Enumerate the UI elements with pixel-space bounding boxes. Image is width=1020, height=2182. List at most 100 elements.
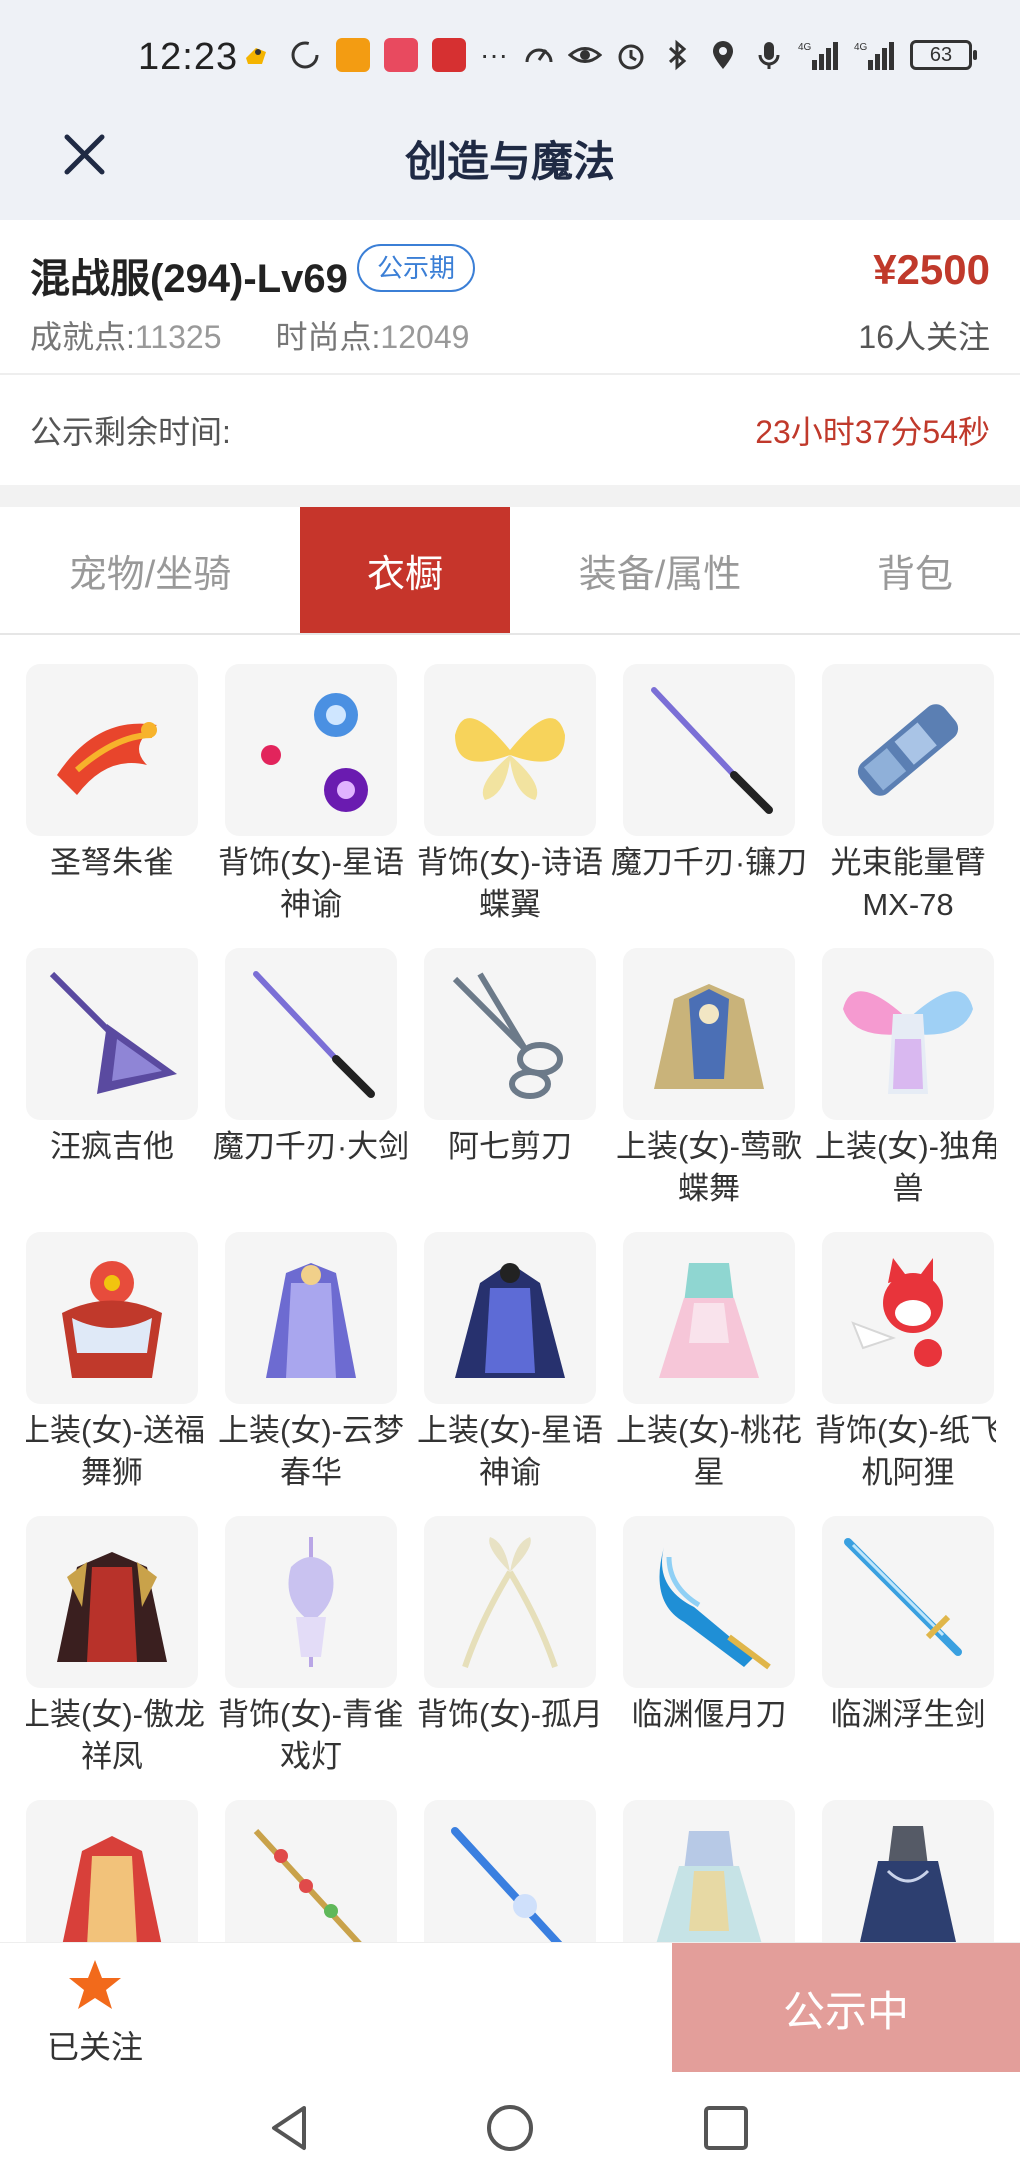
follower-count: 16人关注: [858, 319, 990, 355]
achievement-label: 成就点:: [30, 319, 135, 355]
wardrobe-item[interactable]: 光束能量臂MX-78: [822, 664, 994, 926]
phoenix-icon: [26, 664, 198, 836]
wardrobe-item[interactable]: 汪疯吉他: [26, 948, 198, 1168]
scissors-icon: [424, 948, 596, 1120]
wardrobe-item[interactable]: 圣弩朱雀: [26, 664, 198, 884]
server-name: 混战服(294)-Lv69: [30, 257, 348, 301]
wardrobe-item[interactable]: 背饰(女)-纸飞机阿狸: [815, 1232, 996, 1494]
item-name: 临渊浮生剑: [830, 1697, 986, 1732]
wardrobe-item[interactable]: 临渊浮生剑: [822, 1516, 994, 1736]
item-name: 背饰(女)-青雀戏灯: [218, 1697, 404, 1774]
item-name: 背饰(女)-诗语蝶翼: [417, 845, 603, 922]
wardrobe-grid: 圣弩朱雀 背饰(女)-星语神谕 背饰(女)-诗语蝶翼 魔刀千刃·镰刀 光束能量臂…: [26, 664, 996, 1942]
bottom-action-bar: 已关注 公示中: [0, 1942, 1020, 2073]
outfit-icon: [26, 1232, 198, 1404]
listing-summary: 混战服(294)-Lv69 公示期 ¥2500 成就点:11325 时尚点:12…: [0, 220, 1020, 375]
tab-wardrobe[interactable]: 衣橱: [300, 507, 510, 633]
item-name: 汪疯吉他: [50, 1129, 174, 1164]
follow-button[interactable]: 已关注: [40, 1957, 150, 2067]
app-notification-icon: [432, 38, 466, 72]
bluetooth-icon: [660, 38, 694, 72]
wardrobe-item[interactable]: [822, 1800, 994, 1942]
back-icon[interactable]: [264, 2102, 316, 2154]
app-notification-icon: [384, 38, 418, 72]
item-name: 阿七剪刀: [448, 1129, 572, 1164]
wardrobe-item[interactable]: [424, 1800, 596, 1942]
home-icon[interactable]: [484, 2102, 536, 2154]
svg-text:4G: 4G: [854, 42, 868, 53]
outfit-icon: [623, 1232, 795, 1404]
outfit-icon: [225, 1232, 397, 1404]
wardrobe-item[interactable]: [623, 1800, 795, 1942]
wardrobe-item[interactable]: 临渊偃月刀: [623, 1516, 795, 1736]
countdown-label: 公示剩余时间:: [30, 414, 231, 450]
signal-4g-icon: 4G: [798, 38, 842, 72]
wardrobe-item[interactable]: 魔刀千刃·镰刀: [611, 664, 807, 884]
wardrobe-item[interactable]: 魔刀千刃·大剑: [213, 948, 409, 1168]
item-name: 魔刀千刃·大剑: [212, 1129, 410, 1164]
more-notifications-icon: ···: [480, 39, 508, 70]
item-name: 上装(女)-送福舞狮: [26, 1413, 205, 1490]
status-badge: 公示期: [357, 244, 476, 292]
guitar-icon: [26, 948, 198, 1120]
loading-circle-icon: [288, 38, 322, 72]
ribbon-icon: [424, 1516, 596, 1688]
fox-icon: [822, 1232, 994, 1404]
outfit-icon: [424, 1232, 596, 1404]
outfit-icon: [822, 1800, 994, 1942]
item-name: 临渊偃月刀: [631, 1697, 787, 1732]
outfit-icon: [26, 1516, 198, 1688]
wardrobe-item[interactable]: 背饰(女)-青雀戏灯: [218, 1516, 404, 1778]
signal-4g-icon: 4G: [854, 38, 898, 72]
wardrobe-item[interactable]: [225, 1800, 397, 1942]
wardrobe-item[interactable]: 上装(女)-傲龙祥凤: [26, 1516, 205, 1778]
system-navigation-bar: [0, 2072, 1020, 2182]
wardrobe-item[interactable]: 背饰(女)-孤月: [417, 1516, 603, 1736]
chick-notification-icon: [240, 38, 274, 72]
wardrobe-item[interactable]: 背饰(女)-星语神谕: [218, 664, 404, 926]
follow-label: 已关注: [46, 2029, 143, 2065]
achievement-value: 11325: [134, 319, 222, 355]
wardrobe-item[interactable]: 上装(女)-云梦春华: [218, 1232, 404, 1494]
outfit-icon: [623, 1800, 795, 1942]
wardrobe-item[interactable]: 阿七剪刀: [424, 948, 596, 1168]
tab-equipment-attributes[interactable]: 装备/属性: [510, 507, 810, 633]
katana-icon: [623, 664, 795, 836]
wardrobe-item[interactable]: 上装(女)-独角兽: [815, 948, 996, 1210]
countdown-value: 23小时37分54秒: [755, 414, 990, 450]
speed-icon: [522, 38, 556, 72]
wardrobe-item[interactable]: 背饰(女)-诗语蝶翼: [417, 664, 603, 926]
price: ¥2500: [873, 246, 990, 293]
wardrobe-item[interactable]: 上装(女)-莺歌蝶舞: [616, 948, 802, 1210]
wardrobe-item[interactable]: [26, 1800, 198, 1942]
katana-icon: [225, 948, 397, 1120]
announcement-status-button[interactable]: 公示中: [672, 1943, 1020, 2073]
lantern-icon: [225, 1516, 397, 1688]
notification-icons: ···: [240, 38, 508, 72]
butterfly-wings-icon: [424, 664, 596, 836]
app-notification-icon: [336, 38, 370, 72]
system-icons: 4G 4G 63: [522, 38, 977, 72]
fashion-points: 时尚点:12049: [276, 312, 470, 358]
outfit-icon: [26, 1800, 198, 1942]
wardrobe-item[interactable]: 上装(女)-送福舞狮: [26, 1232, 205, 1494]
tab-backpack[interactable]: 背包: [810, 507, 1020, 633]
item-name: 光束能量臂MX-78: [830, 845, 986, 922]
sword-icon: [822, 1516, 994, 1688]
microphone-icon: [752, 38, 786, 72]
recent-apps-icon[interactable]: [700, 2102, 752, 2154]
staff-icon: [225, 1800, 397, 1942]
item-name: 背饰(女)-星语神谕: [218, 845, 404, 922]
item-name: 上装(女)-云梦春华: [218, 1413, 404, 1490]
item-name: 魔刀千刃·镰刀: [610, 845, 808, 880]
wardrobe-item[interactable]: 上装(女)-星语神谕: [417, 1232, 603, 1494]
wardrobe-item[interactable]: 上装(女)-桃花星: [616, 1232, 802, 1494]
fashion-value: 12049: [380, 319, 470, 355]
countdown-row: 公示剩余时间: 23小时37分54秒: [0, 375, 1020, 485]
section-divider: [0, 485, 1020, 507]
tab-pets-mounts[interactable]: 宠物/坐骑: [0, 507, 300, 633]
top-app-bar: 创造与魔法: [0, 110, 1020, 220]
item-name: 上装(女)-傲龙祥凤: [26, 1697, 205, 1774]
location-icon: [706, 38, 740, 72]
status-time: 12:23: [138, 36, 239, 78]
